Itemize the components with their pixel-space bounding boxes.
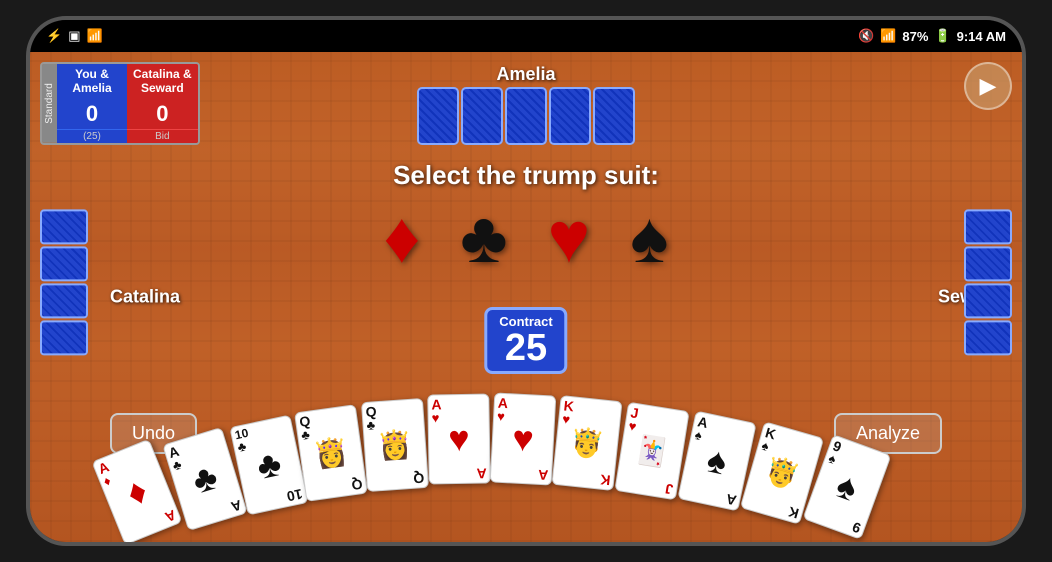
card-back xyxy=(593,87,635,145)
contract-number: 25 xyxy=(499,329,552,367)
team1-score: You &Amelia 0 (25) xyxy=(57,64,127,143)
team2-value: 0 xyxy=(127,99,198,129)
card-back xyxy=(40,283,88,318)
card-back xyxy=(964,246,1012,281)
hand-card-4[interactable]: Q ♣ 👸 Q xyxy=(294,404,368,502)
score-board: Standard You &Amelia 0 (25) Catalina &Se… xyxy=(40,62,200,145)
card-back xyxy=(964,283,1012,318)
amelia-hand xyxy=(417,87,635,145)
hand-card-9[interactable]: J ♥ 🃏 J xyxy=(614,402,689,501)
hand-card-5[interactable]: Q ♣ 👸 Q xyxy=(361,398,429,492)
hand-card-8[interactable]: K ♥ 🤴 K xyxy=(551,395,622,491)
team1-header: You &Amelia xyxy=(57,64,127,99)
card-back xyxy=(40,209,88,244)
status-right: 🔇 📶 87% 🔋 9:14 AM xyxy=(858,28,1006,44)
card-back xyxy=(417,87,459,145)
team1-value: 0 xyxy=(57,99,127,129)
team2-header: Catalina &Seward xyxy=(127,64,198,99)
settings-button[interactable]: ▶ xyxy=(964,62,1012,110)
suit-spades[interactable]: ♠ xyxy=(630,202,668,274)
battery-icon: 🔋 xyxy=(934,28,950,44)
card-back xyxy=(461,87,503,145)
team1-sub: (25) xyxy=(57,129,127,143)
player-left-label: Catalina xyxy=(110,287,180,308)
side-label: Standard xyxy=(42,64,57,143)
hand-card-7[interactable]: A ♥ ♥ A xyxy=(490,392,557,485)
seward-hand xyxy=(964,209,1012,355)
player-hand: A ♦ ♦ A A ♣ ♣ A 10 ♣ ♣ 10 Q ♣ xyxy=(76,412,976,542)
phone-frame: ⚡ ▣ 📶 🔇 📶 87% 🔋 9:14 AM Standard You &Am… xyxy=(26,16,1026,546)
battery-percent: 87% xyxy=(902,29,928,44)
card-back xyxy=(40,246,88,281)
settings-icon: ▶ xyxy=(980,73,997,99)
card-back xyxy=(964,320,1012,355)
suit-clubs[interactable]: ♣ xyxy=(460,202,507,274)
hand-card-6[interactable]: A ♥ ♥ A xyxy=(427,393,491,484)
status-bar: ⚡ ▣ 📶 🔇 📶 87% 🔋 9:14 AM xyxy=(30,20,1022,52)
contract-badge: Contract 25 xyxy=(484,307,567,374)
game-area: Standard You &Amelia 0 (25) Catalina &Se… xyxy=(30,52,1022,542)
suit-hearts[interactable]: ♥ xyxy=(548,202,591,274)
card-back xyxy=(505,87,547,145)
catalina-hand xyxy=(40,209,88,355)
status-left: ⚡ ▣ 📶 xyxy=(46,28,103,44)
signal-icon: 📶 xyxy=(880,28,896,44)
suit-diamonds[interactable]: ♦ xyxy=(384,202,421,274)
card-back xyxy=(549,87,591,145)
wifi-icon: 📶 xyxy=(86,28,102,44)
trump-title: Select the trump suit: xyxy=(393,160,659,191)
mute-icon: 🔇 xyxy=(858,28,874,44)
trump-suits: ♦ ♣ ♥ ♠ xyxy=(384,202,669,274)
clock: 9:14 AM xyxy=(957,29,1006,44)
player-top-label: Amelia xyxy=(496,64,555,85)
team2-sub: Bid xyxy=(127,129,198,143)
team2-score: Catalina &Seward 0 Bid xyxy=(127,64,198,143)
card-back xyxy=(964,209,1012,244)
card-back xyxy=(40,320,88,355)
sim-icon: ▣ xyxy=(68,28,80,44)
usb-icon: ⚡ xyxy=(46,28,62,44)
